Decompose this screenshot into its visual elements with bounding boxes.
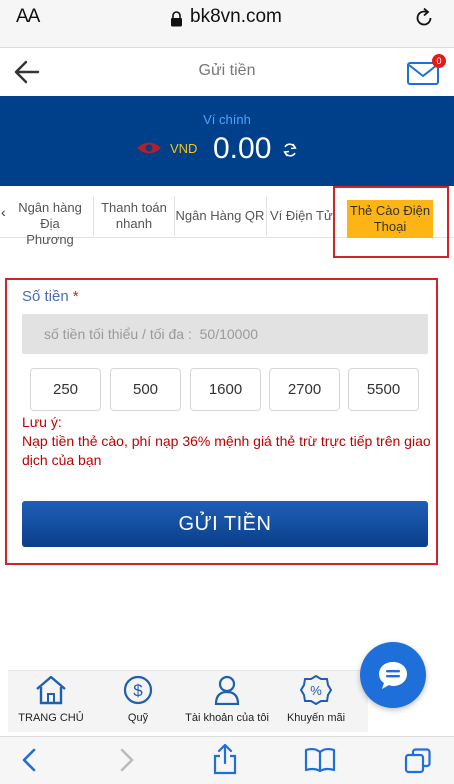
tab-label: Ngân hàng Địa xyxy=(18,200,82,231)
wallet-currency: VND xyxy=(170,141,198,156)
percent-icon: % xyxy=(299,674,333,706)
preset-amount-button[interactable]: 250 xyxy=(30,368,101,411)
amount-label: Số tiền * xyxy=(22,288,79,305)
nav-item-promotion[interactable]: % Khuyến mãi xyxy=(284,674,348,724)
note-label: Lưu ý: xyxy=(22,414,62,430)
nav-label: Quỹ xyxy=(127,712,149,724)
chevron-left-icon[interactable]: ‹ xyxy=(1,204,6,220)
tab-label: Ví Điện Tử xyxy=(270,208,333,223)
browser-url-bar[interactable]: AA bk8vn.com xyxy=(0,0,454,48)
page-title: Gửi tiền xyxy=(198,62,256,79)
browser-forward-icon[interactable] xyxy=(118,747,136,773)
amount-label-text: Số tiền xyxy=(22,288,69,305)
svg-text:%: % xyxy=(310,683,322,698)
reload-icon[interactable] xyxy=(412,6,436,30)
app-header: Gửi tiền 0 xyxy=(0,48,454,96)
bottom-nav: TRANG CHỦ $ Quỹ Tài khoản của tôi % Khuy… xyxy=(8,670,368,732)
nav-item-fund[interactable]: $ Quỹ xyxy=(108,675,168,724)
chat-button[interactable] xyxy=(360,642,426,708)
nav-item-home[interactable]: TRANG CHỦ xyxy=(16,675,86,724)
tab-label: Thanh toán xyxy=(101,200,167,215)
dollar-icon: $ xyxy=(123,675,153,705)
preset-amount-button[interactable]: 2700 xyxy=(269,368,340,411)
url-text[interactable]: bk8vn.com xyxy=(190,6,282,28)
tab-local-bank[interactable]: Ngân hàng Địa Phương xyxy=(8,200,92,248)
eye-icon[interactable] xyxy=(136,140,162,156)
note-text: Nạp tiền thẻ cào, phí nạp 36% mệnh giá t… xyxy=(22,433,431,468)
browser-toolbar xyxy=(0,736,454,784)
lock-icon xyxy=(171,11,182,27)
preset-amount-button[interactable]: 500 xyxy=(110,368,181,411)
tabs-icon[interactable] xyxy=(404,747,432,775)
browser-back-icon[interactable] xyxy=(20,747,38,773)
page: { "browser": { "aa_label": "AA", "url": … xyxy=(0,0,454,784)
refresh-icon[interactable] xyxy=(282,142,298,158)
share-icon[interactable] xyxy=(212,743,238,775)
bookmarks-icon[interactable] xyxy=(304,747,336,773)
tab-qr-bank[interactable]: Ngân Hàng QR xyxy=(175,208,265,224)
tab-divider xyxy=(266,196,267,236)
amount-input[interactable] xyxy=(22,314,428,354)
nav-item-account[interactable]: Tài khoản của tôi xyxy=(182,675,272,724)
chat-icon xyxy=(379,662,407,689)
required-mark: * xyxy=(72,288,79,305)
highlight-box xyxy=(333,186,449,258)
submit-deposit-button[interactable]: GỬI TIỀN xyxy=(22,501,428,547)
wallet-label: Ví chính xyxy=(203,112,251,127)
tab-divider xyxy=(93,196,94,236)
tab-label: Ngân Hàng QR xyxy=(175,208,265,223)
nav-label: Khuyến mãi xyxy=(286,712,346,724)
mail-badge: 0 xyxy=(432,54,446,68)
svg-text:$: $ xyxy=(133,681,143,700)
preset-amount-button[interactable]: 1600 xyxy=(190,368,261,411)
nav-label: Tài khoản của tôi xyxy=(185,712,269,724)
user-icon xyxy=(214,675,240,706)
nav-label: TRANG CHỦ xyxy=(18,712,84,724)
tab-label: Phương xyxy=(26,232,74,247)
wallet-panel: Ví chính VND 0.00 xyxy=(0,96,454,186)
home-icon xyxy=(36,675,66,705)
preset-amount-button[interactable]: 5500 xyxy=(348,368,419,411)
tab-e-wallet[interactable]: Ví Điện Tử xyxy=(270,208,338,224)
tab-label: nhanh xyxy=(115,216,153,231)
wallet-balance: 0.00 xyxy=(213,132,272,165)
reader-options-button[interactable]: AA xyxy=(16,6,40,28)
tab-fast-payment[interactable]: Thanh toán nhanh xyxy=(96,200,172,232)
